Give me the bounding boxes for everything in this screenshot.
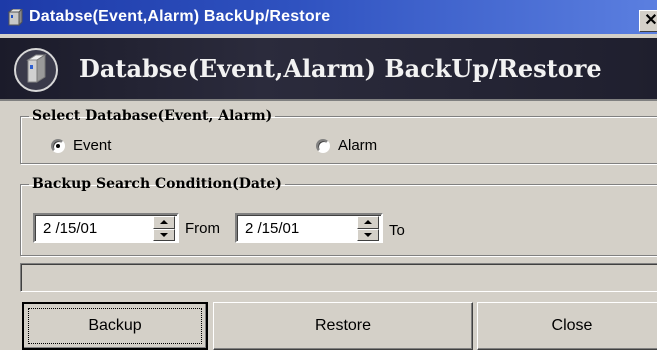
backup-condition-legend: Backup Search Condition(Date) <box>32 176 282 192</box>
to-date-up-icon[interactable] <box>357 216 379 229</box>
title-bar[interactable]: Databse(Event,Alarm) BackUp/Restore ✕ <box>0 0 657 34</box>
header-banner: Databse(Event,Alarm) BackUp/Restore <box>0 38 657 101</box>
banner-title: Databse(Event,Alarm) BackUp/Restore <box>79 54 602 83</box>
backup-restore-window: Databse(Event,Alarm) BackUp/Restore ✕ Da… <box>0 0 657 350</box>
from-date-value: 2 /15/01 <box>43 220 98 237</box>
from-date-field[interactable]: 2 /15/01 <box>33 213 179 243</box>
select-database-legend: Select Database(Event, Alarm) <box>32 108 273 124</box>
restore-button-label: Restore <box>314 317 372 334</box>
close-button-label: Close <box>551 317 593 334</box>
to-label: To <box>389 222 405 239</box>
from-date-down-icon[interactable] <box>153 228 175 241</box>
to-date-down-icon[interactable] <box>357 228 379 241</box>
app-icon <box>7 9 23 27</box>
radio-event[interactable]: Event <box>51 137 111 154</box>
from-date-up-icon[interactable] <box>153 216 175 229</box>
close-button[interactable]: Close <box>477 302 657 350</box>
close-icon[interactable]: ✕ <box>639 10 657 32</box>
window-title: Databse(Event,Alarm) BackUp/Restore <box>29 8 331 25</box>
select-database-group: Select Database(Event, Alarm) <box>20 108 657 164</box>
radio-alarm-label: Alarm <box>338 137 378 154</box>
from-date-spinner[interactable] <box>153 216 175 241</box>
to-date-value: 2 /15/01 <box>245 220 300 237</box>
radio-event-indicator[interactable] <box>51 138 65 153</box>
restore-button[interactable]: Restore <box>213 302 473 350</box>
to-date-spinner[interactable] <box>357 216 379 241</box>
radio-alarm[interactable]: Alarm <box>316 137 377 154</box>
radio-alarm-indicator[interactable] <box>316 138 330 153</box>
radio-event-label: Event <box>73 137 112 154</box>
backup-button[interactable]: Backup <box>22 302 208 350</box>
database-icon <box>14 48 58 92</box>
from-label: From <box>185 220 220 237</box>
backup-button-label: Backup <box>88 317 142 334</box>
status-bar <box>20 263 657 292</box>
to-date-field[interactable]: 2 /15/01 <box>235 213 383 243</box>
